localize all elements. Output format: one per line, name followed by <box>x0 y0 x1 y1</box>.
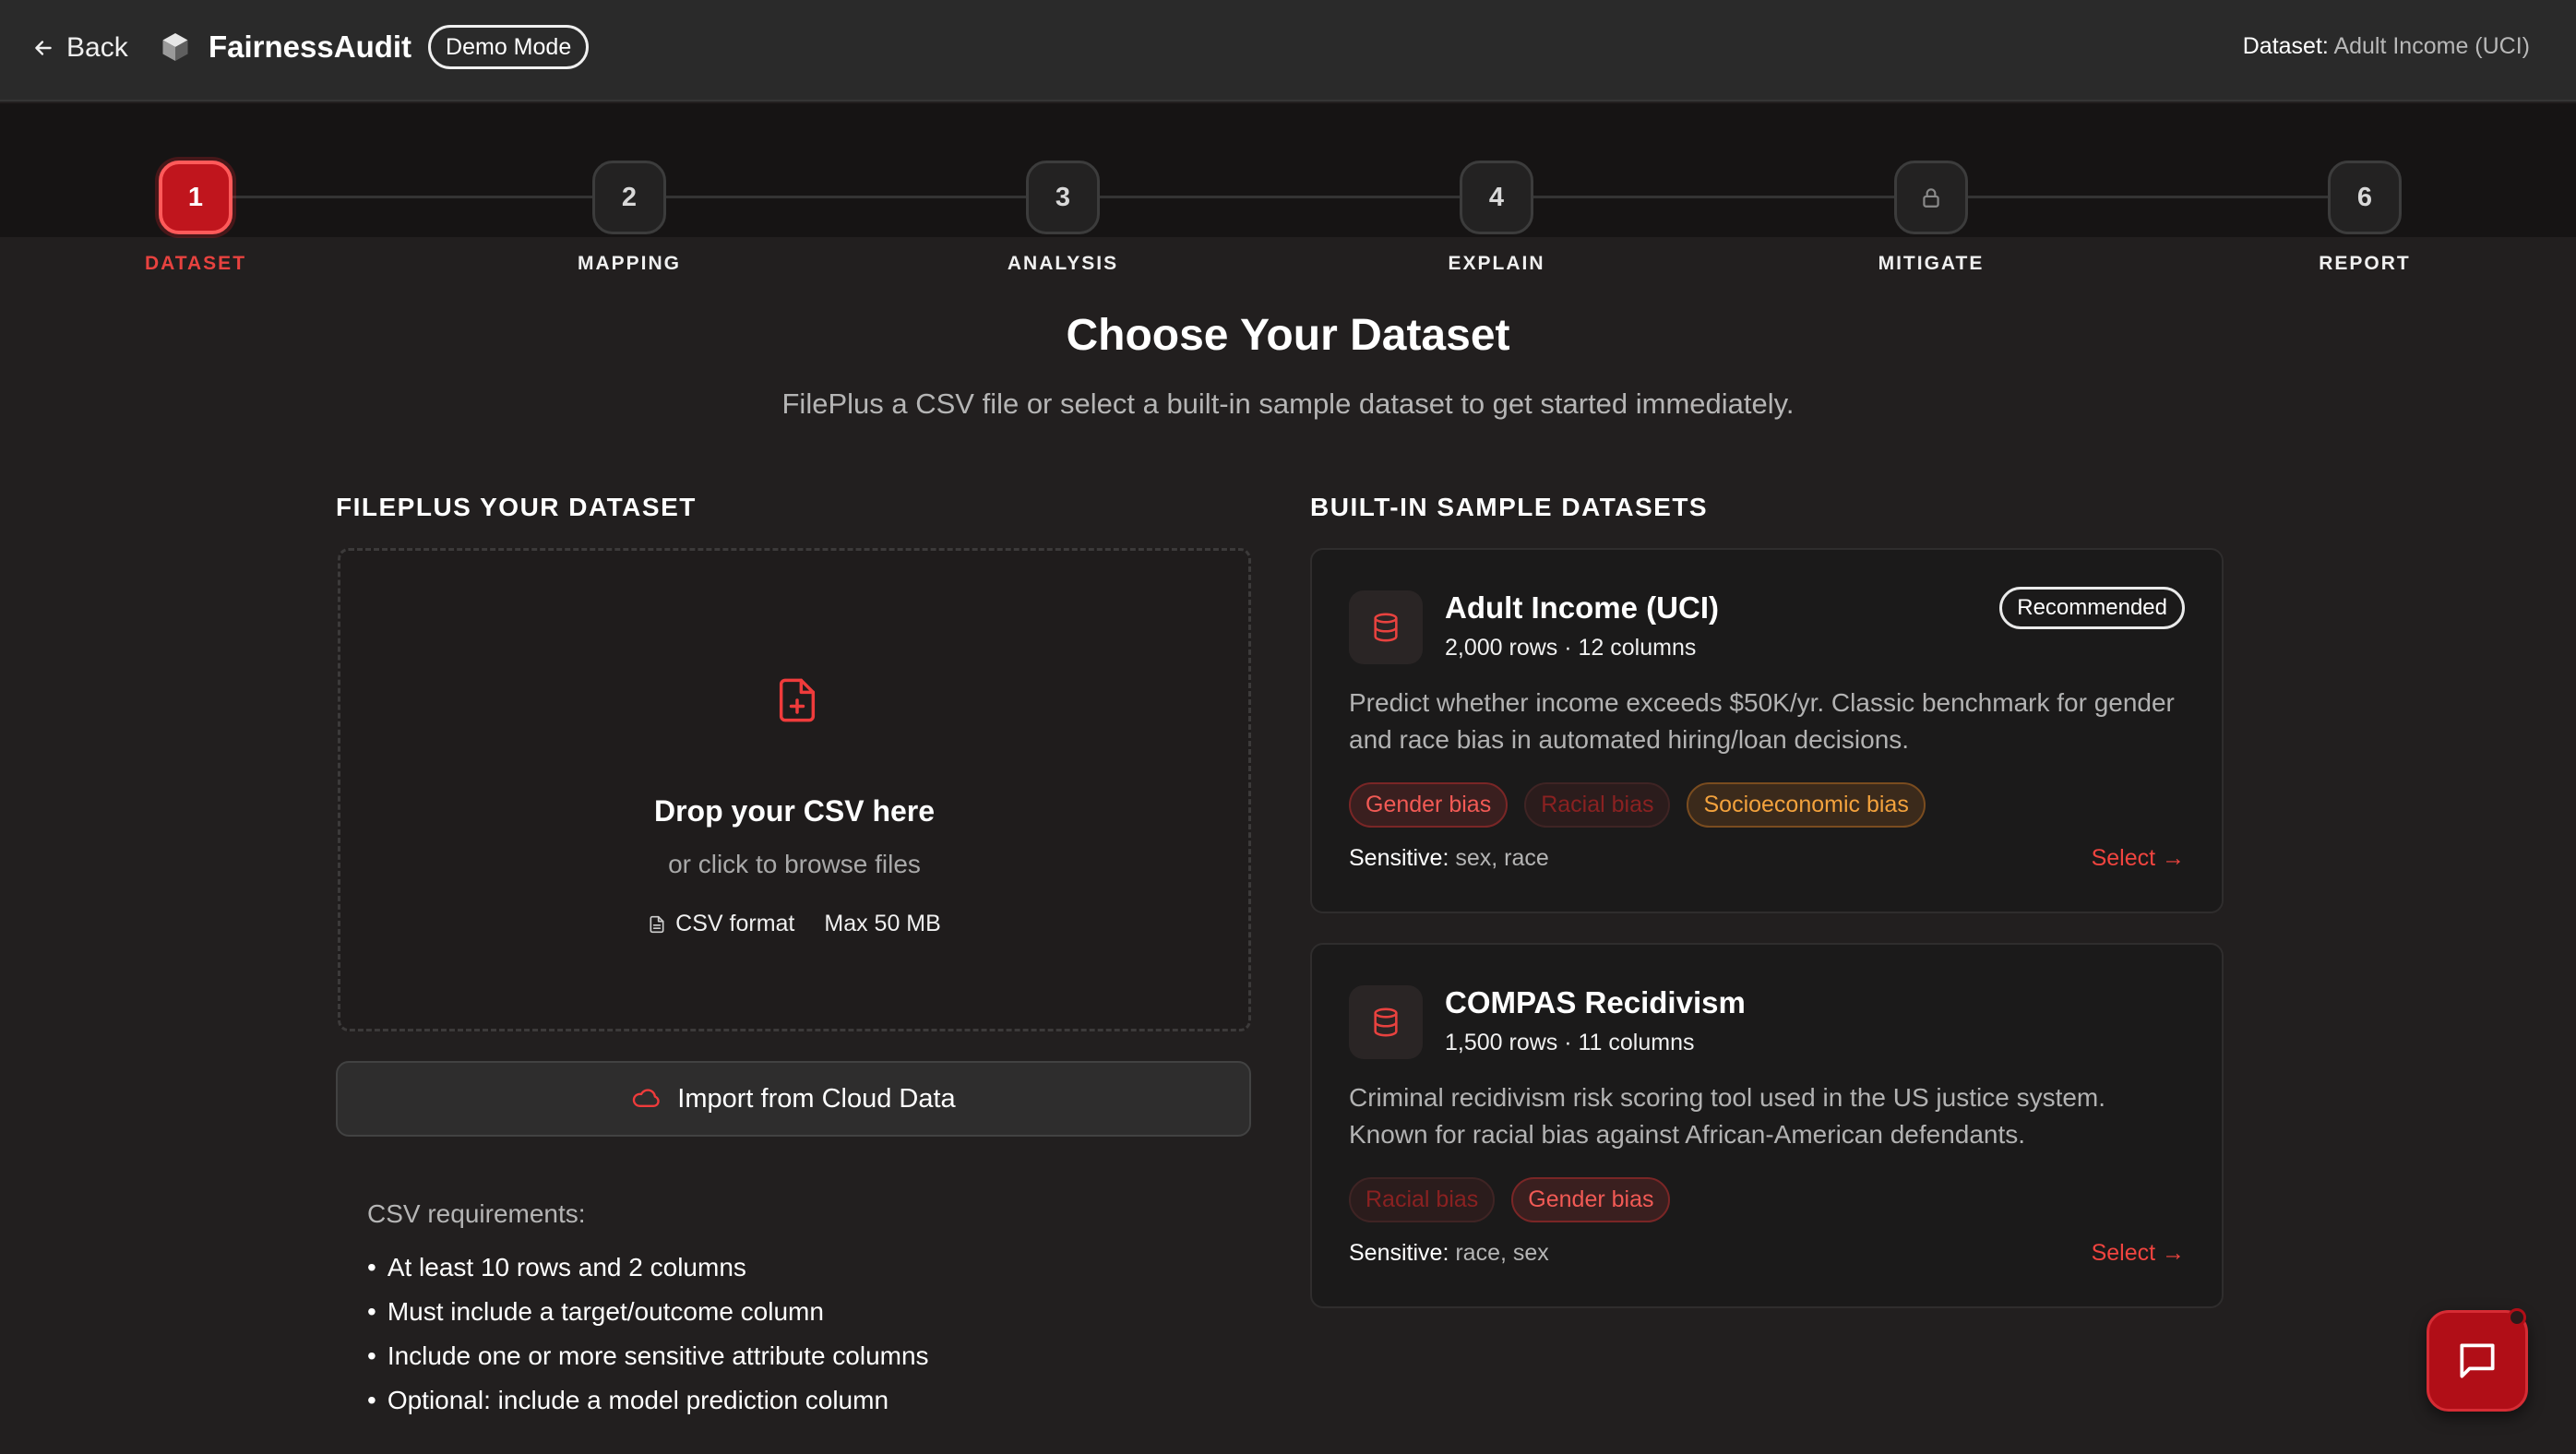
database-icon <box>1349 985 1423 1059</box>
back-label: Back <box>66 32 128 63</box>
step-label: REPORT <box>2319 253 2411 274</box>
current-dataset-indicator: Dataset: Adult Income (UCI) <box>2243 33 2530 60</box>
cloud-icon <box>633 1089 661 1107</box>
back-button[interactable]: Back <box>31 30 128 66</box>
sensitive-value: race, sex <box>1455 1240 1549 1266</box>
upload-section-title: FILEPLUS YOUR DATASET <box>336 493 697 521</box>
sensitive-key: Sensitive: <box>1349 845 1449 871</box>
brand: FairnessAudit Demo Mode <box>159 24 590 70</box>
requirement-item: Must include a target/outcome column <box>367 1290 929 1334</box>
recommended-badge: Recommended <box>1999 587 2185 629</box>
file-icon <box>650 915 664 933</box>
tag-gender-bias: Gender bias <box>1511 1177 1671 1222</box>
file-plus-icon <box>773 674 821 731</box>
sensitive-attributes: Sensitive: race, sex <box>1349 1240 1549 1267</box>
page-title: Choose Your Dataset <box>1066 311 1510 360</box>
dataset-description: Predict whether income exceeds $50K/yr. … <box>1349 688 2175 754</box>
tag-racial-bias: Racial bias <box>1524 782 1671 828</box>
step-report[interactable]: 6 REPORT <box>2254 161 2475 275</box>
step-label: EXPLAIN <box>1448 253 1545 274</box>
requirement-item: At least 10 rows and 2 columns <box>367 1245 929 1290</box>
size-limit: Max 50 MB <box>824 911 941 936</box>
dataset-meta: 1,500 rows · 11 columns <box>1445 1030 1695 1055</box>
sensitive-key: Sensitive: <box>1349 1240 1449 1266</box>
sensitive-value: sex, race <box>1455 845 1549 871</box>
cube-logo-icon <box>162 33 188 61</box>
dataset-value: Adult Income (UCI) <box>2333 33 2530 59</box>
step-number: 1 <box>159 161 233 234</box>
requirement-item: Include one or more sensitive attribute … <box>367 1334 929 1378</box>
requirements-list: At least 10 rows and 2 columns Must incl… <box>367 1245 929 1423</box>
tag-gender-bias: Gender bias <box>1349 782 1509 828</box>
arrow-left-icon <box>35 41 52 55</box>
tag-list: Gender bias Racial bias Socioeconomic bi… <box>1349 782 1926 828</box>
select-compas-button[interactable]: Select → <box>2092 1240 2185 1267</box>
dropzone-meta: CSV format Max 50 MB <box>340 911 1248 937</box>
dataset-meta: 2,000 rows · 12 columns <box>1445 635 1697 661</box>
step-number: 6 <box>2328 161 2402 234</box>
dropzone-title: Drop your CSV here <box>653 794 936 828</box>
requirements-title: CSV requirements: <box>367 1199 586 1228</box>
sample-card-compas[interactable]: COMPAS Recidivism 1,500 rows · 11 column… <box>1310 943 2224 1308</box>
csv-dropzone[interactable]: Drop your CSV here or click to browse fi… <box>338 548 1251 1031</box>
step-number: 2 <box>592 161 666 234</box>
format-info: CSV format <box>648 911 794 937</box>
dataset-description: Criminal recidivism risk scoring tool us… <box>1349 1083 2106 1149</box>
step-dataset[interactable]: 1 DATASET <box>85 161 306 275</box>
demo-mode-badge: Demo Mode <box>428 25 590 69</box>
sensitive-attributes: Sensitive: sex, race <box>1349 845 1549 872</box>
database-icon <box>1349 590 1423 664</box>
step-number: 4 <box>1460 161 1533 234</box>
dataset-name: Adult Income (UCI) <box>1445 590 1719 625</box>
tag-list: Racial bias Gender bias <box>1349 1177 1671 1222</box>
chat-notification-dot <box>2508 1308 2526 1327</box>
page-subtitle: FilePlus a CSV file or select a built-in… <box>781 387 1795 420</box>
format-label: CSV format <box>675 911 795 936</box>
step-explain[interactable]: 4 EXPLAIN <box>1386 161 1607 275</box>
lock-icon <box>1923 188 1939 208</box>
step-mapping[interactable]: 2 MAPPING <box>519 161 740 275</box>
stepper-band <box>0 103 2576 237</box>
csv-requirements: CSV requirements: At least 10 rows and 2… <box>367 1199 929 1423</box>
tag-socioeconomic-bias: Socioeconomic bias <box>1687 782 1926 828</box>
tag-racial-bias: Racial bias <box>1349 1177 1496 1222</box>
step-locked <box>1894 161 1968 234</box>
step-label: DATASET <box>144 253 247 274</box>
step-label: MAPPING <box>577 253 681 274</box>
step-label: ANALYSIS <box>1007 253 1119 274</box>
select-adult-income-button[interactable]: Select → <box>2092 845 2185 872</box>
sample-card-adult-income[interactable]: Adult Income (UCI) 2,000 rows · 12 colum… <box>1310 548 2224 913</box>
step-number: 3 <box>1026 161 1100 234</box>
top-bar: Back FairnessAudit Demo Mode Dataset: Ad… <box>0 0 2576 101</box>
requirement-item: Optional: include a model prediction col… <box>367 1378 929 1423</box>
samples-section-title: BUILT-IN SAMPLE DATASETS <box>1310 493 1709 521</box>
step-analysis[interactable]: 3 ANALYSIS <box>952 161 1174 275</box>
import-cloud-label: Import from Cloud Data <box>677 1083 956 1114</box>
import-cloud-button[interactable]: Import from Cloud Data <box>336 1061 1251 1137</box>
dataset-name: COMPAS Recidivism <box>1445 985 1746 1019</box>
dropzone-subtitle: or click to browse files <box>668 850 921 878</box>
dataset-key: Dataset: <box>2242 33 2329 59</box>
step-label: MITIGATE <box>1878 253 1985 274</box>
step-mitigate[interactable]: MITIGATE <box>1820 161 2042 275</box>
app-name: FairnessAudit <box>209 30 412 64</box>
chat-bubble-icon <box>2460 1343 2495 1378</box>
